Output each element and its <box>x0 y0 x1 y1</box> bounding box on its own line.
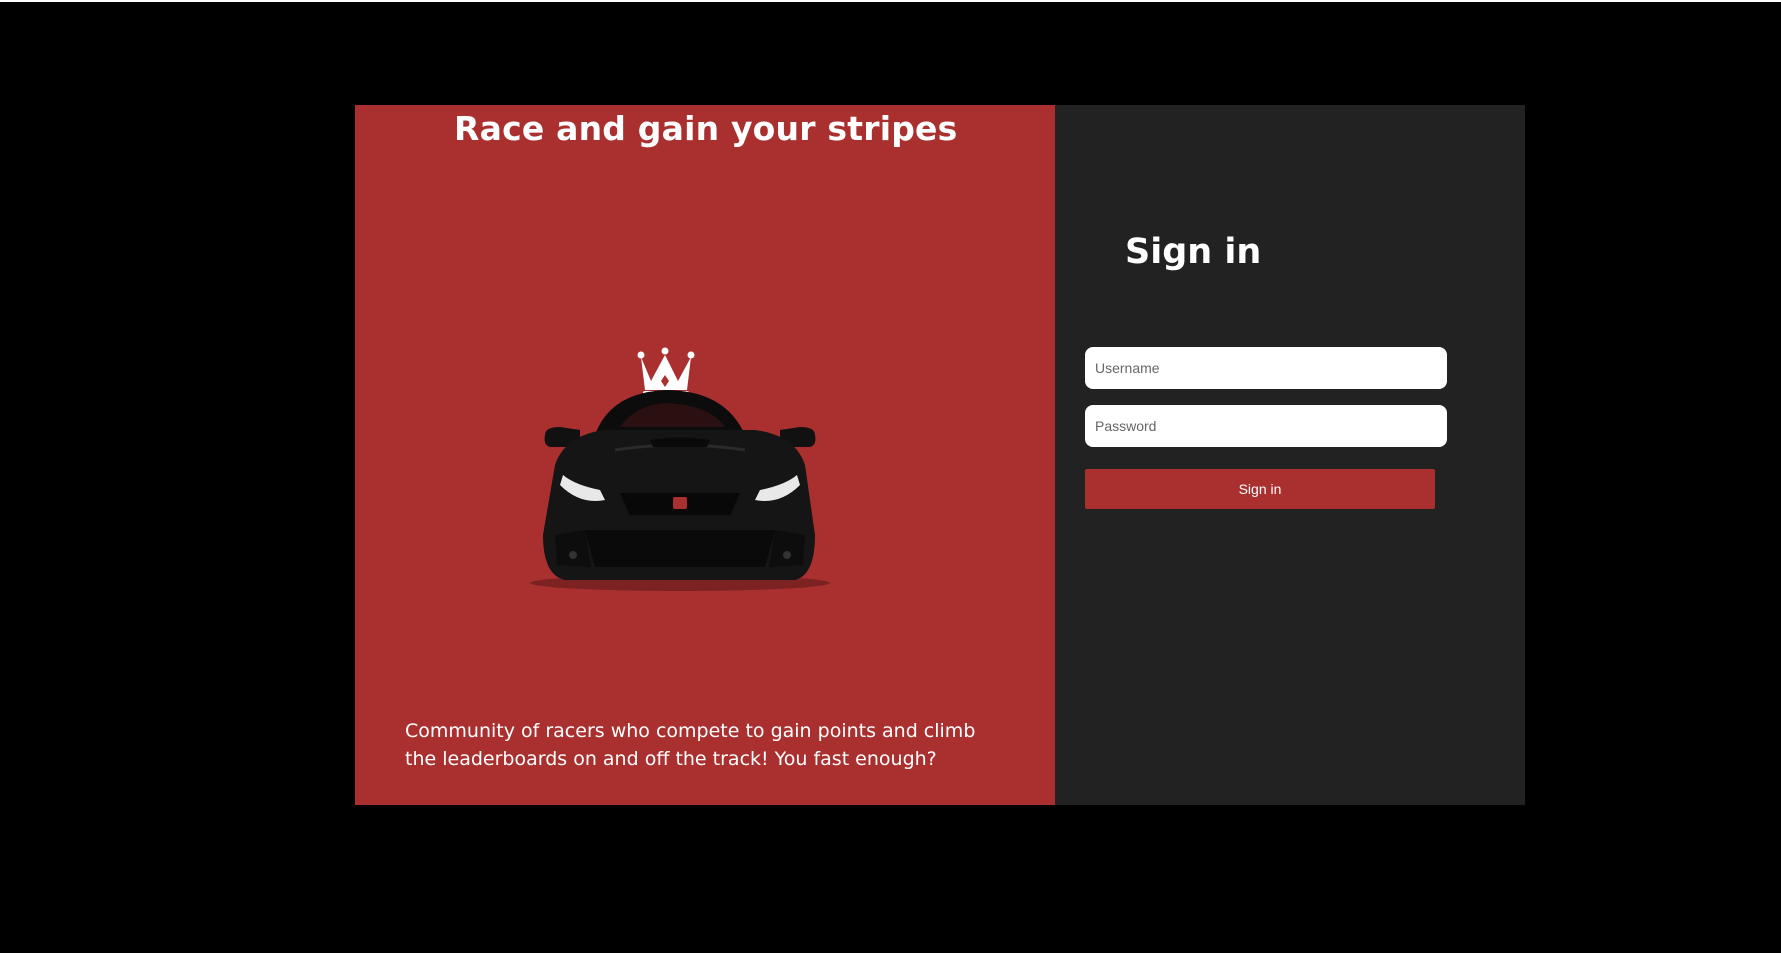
signin-panel: Sign in Sign in <box>1055 105 1525 805</box>
page: Race and gain your stripes Community of … <box>0 0 1781 953</box>
username-input[interactable] <box>1085 347 1447 389</box>
hero-title: Race and gain your stripes <box>454 109 958 148</box>
crowned-car-image <box>530 347 830 591</box>
password-input[interactable] <box>1085 405 1447 447</box>
hero-panel: Race and gain your stripes Community of … <box>355 105 1055 805</box>
car-icon <box>530 390 830 591</box>
crown-icon <box>637 347 695 397</box>
login-card: Race and gain your stripes Community of … <box>355 105 1525 805</box>
signin-title: Sign in <box>1125 232 1262 272</box>
signin-button[interactable]: Sign in <box>1085 469 1435 509</box>
hero-description: Community of racers who compete to gain … <box>405 720 976 770</box>
